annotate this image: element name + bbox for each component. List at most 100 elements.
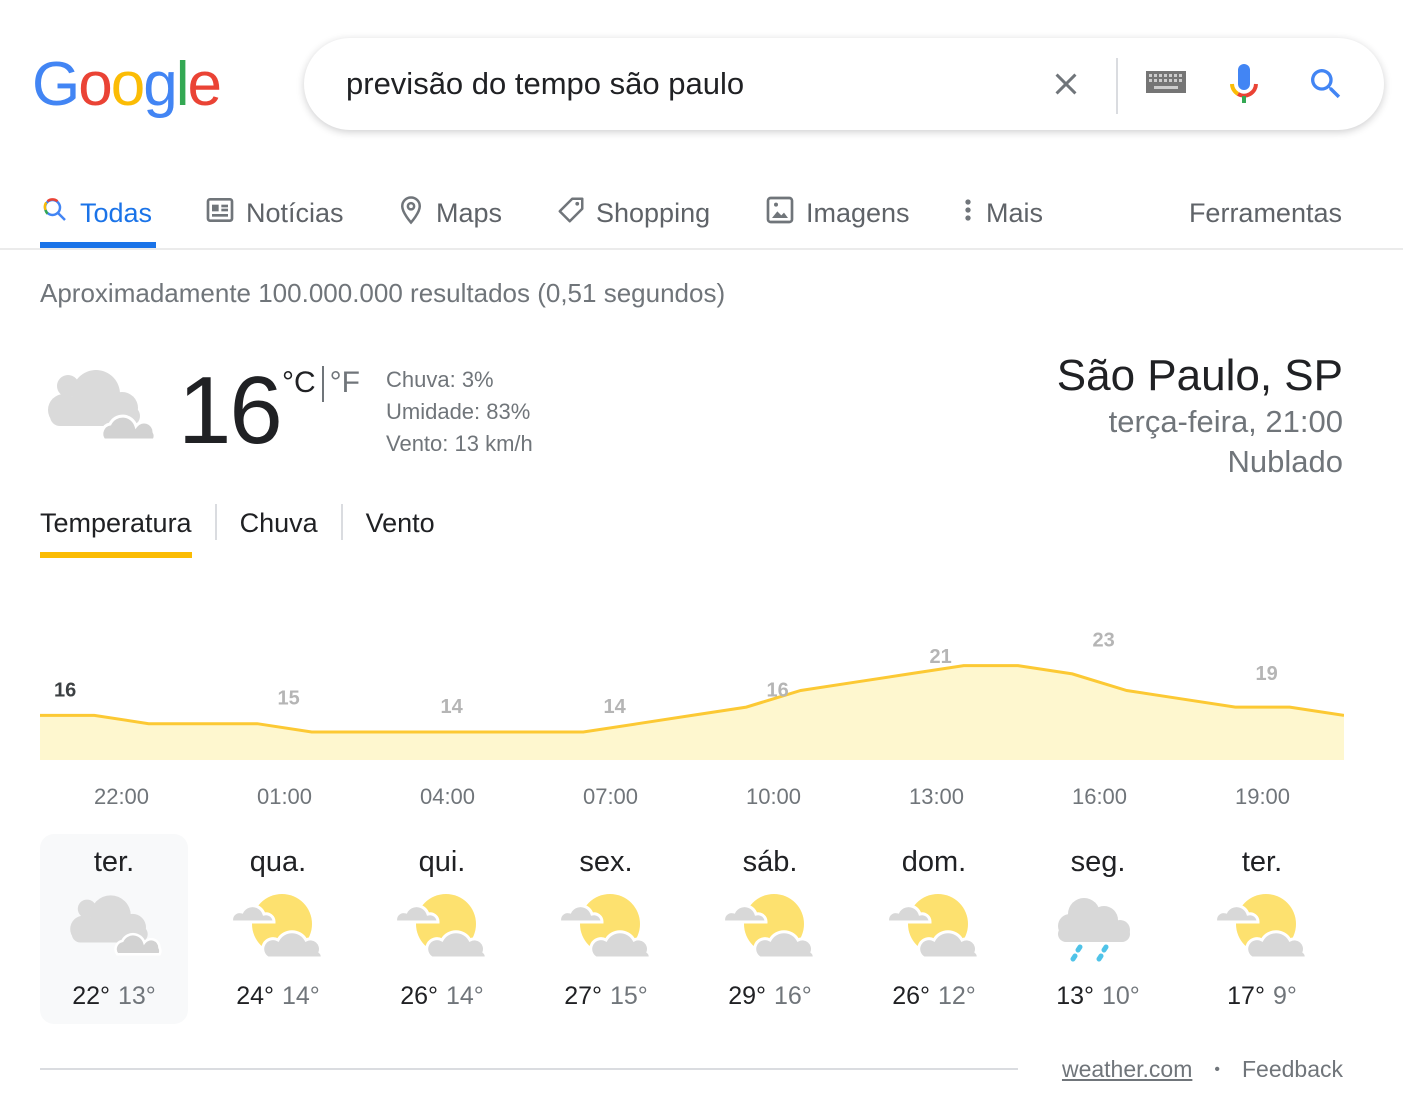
day-forecast[interactable]: sex. 27° 15° bbox=[532, 834, 680, 1024]
temperature-label: 14 bbox=[604, 696, 627, 718]
tab-chuva[interactable]: Chuva bbox=[240, 502, 318, 560]
day-name: seg. bbox=[1070, 846, 1126, 878]
unit-fahrenheit[interactable]: °F bbox=[330, 366, 360, 400]
tab-noticias[interactable]: Notícias bbox=[204, 188, 344, 238]
low-temp: 14° bbox=[446, 982, 484, 1010]
weather-details: Chuva: 3% Umidade: 83% Vento: 13 km/h bbox=[386, 364, 533, 460]
tools-button[interactable]: Ferramentas bbox=[1189, 188, 1342, 238]
day-name: qua. bbox=[249, 846, 307, 878]
logo-letter: g bbox=[143, 50, 178, 119]
day-forecast[interactable]: ter. 22° 13° bbox=[40, 834, 188, 1024]
temperature-label: 14 bbox=[441, 696, 464, 718]
hour-label: 13:00 bbox=[908, 784, 965, 809]
high-temp: 17° bbox=[1227, 982, 1265, 1010]
search-icon[interactable] bbox=[1306, 64, 1346, 109]
feedback-link[interactable]: Feedback bbox=[1242, 1056, 1343, 1083]
temperature-label: 21 bbox=[930, 646, 952, 668]
day-temps: 22° 13° bbox=[40, 982, 188, 1011]
keyboard-icon[interactable] bbox=[1146, 71, 1186, 100]
rain-icon bbox=[1050, 892, 1146, 967]
day-name: ter. bbox=[93, 846, 135, 878]
temperature-label: 16 bbox=[767, 679, 789, 701]
hour-label: 19:00 bbox=[1234, 784, 1291, 809]
tab-vento[interactable]: Vento bbox=[366, 502, 435, 560]
source-link[interactable]: weather.com bbox=[1062, 1056, 1192, 1083]
low-temp: 16° bbox=[774, 982, 812, 1010]
footer-divider bbox=[40, 1068, 1018, 1070]
tab-label: Mais bbox=[986, 197, 1044, 228]
low-temp: 15° bbox=[610, 982, 648, 1010]
high-temp: 22° bbox=[72, 982, 110, 1010]
day-temps: 26° 14° bbox=[368, 982, 516, 1011]
clear-icon[interactable] bbox=[1048, 66, 1084, 102]
logo-letter: o bbox=[78, 50, 113, 119]
day-name: qui. bbox=[418, 846, 466, 878]
weather-footer: weather.com • Feedback bbox=[1062, 1056, 1343, 1083]
location-name: São Paulo, SP bbox=[1056, 351, 1343, 400]
high-temp: 26° bbox=[892, 982, 930, 1010]
day-temps: 24° 14° bbox=[204, 982, 352, 1011]
high-temp: 29° bbox=[728, 982, 766, 1010]
result-stats: Aproximadamente 100.000.000 resultados (… bbox=[40, 278, 726, 308]
temperature-chart[interactable]: 16 15 14 14 16 21 23 19 bbox=[40, 620, 1344, 765]
temperature-label: 23 bbox=[1093, 630, 1115, 652]
map-pin-icon bbox=[396, 194, 436, 233]
tab-divider bbox=[214, 504, 217, 540]
partly-cloudy-icon bbox=[558, 892, 654, 963]
weather-tabs: Temperatura Chuva Vento bbox=[40, 502, 435, 560]
logo-letter: G bbox=[32, 50, 80, 119]
day-name: sex. bbox=[579, 846, 633, 878]
day-forecast[interactable]: dom. 26° 12° bbox=[860, 834, 1008, 1024]
tab-temperatura[interactable]: Temperatura bbox=[40, 502, 192, 560]
cloudy-icon bbox=[66, 892, 162, 961]
day-temps: 17° 9° bbox=[1188, 982, 1336, 1011]
tab-imagens[interactable]: Imagens bbox=[764, 188, 910, 238]
image-icon bbox=[764, 194, 806, 233]
hour-label: 01:00 bbox=[256, 784, 313, 809]
tab-label: Notícias bbox=[246, 197, 344, 228]
temperature-area bbox=[40, 665, 1344, 760]
tab-shopping[interactable]: Shopping bbox=[556, 188, 710, 238]
search-input[interactable]: previsão do tempo são paulo bbox=[346, 66, 744, 102]
high-temp: 26° bbox=[400, 982, 438, 1010]
partly-cloudy-icon bbox=[230, 892, 326, 963]
partly-cloudy-icon bbox=[886, 892, 982, 963]
daily-forecast: ter. 22° 13° qua. 24° 14° qui. 26° 14° sex. 27° 15°… bbox=[40, 834, 1350, 1024]
day-forecast[interactable]: seg. 13° 10° bbox=[1024, 834, 1172, 1024]
wind: Vento: 13 km/h bbox=[386, 431, 533, 456]
partly-cloudy-icon bbox=[394, 892, 490, 963]
tab-label: Todas bbox=[80, 197, 153, 228]
search-box[interactable]: previsão do tempo são paulo bbox=[304, 38, 1384, 130]
hour-axis: 22:00 01:00 04:00 07:00 10:00 13:00 16:00 19:00 bbox=[40, 784, 1344, 814]
temperature-label: 15 bbox=[278, 688, 300, 710]
day-name: sáb. bbox=[742, 846, 798, 878]
hour-label: 07:00 bbox=[582, 784, 639, 809]
search-divider bbox=[1116, 58, 1118, 114]
news-icon bbox=[204, 194, 246, 233]
tag-icon bbox=[556, 195, 596, 232]
cloudy-icon bbox=[44, 366, 157, 447]
google-logo[interactable]: Google bbox=[32, 50, 222, 120]
more-vert-icon bbox=[960, 194, 986, 233]
day-name: dom. bbox=[901, 846, 967, 878]
day-forecast[interactable]: qui. 26° 14° bbox=[368, 834, 516, 1024]
tab-maps[interactable]: Maps bbox=[396, 188, 502, 238]
day-name: ter. bbox=[1241, 846, 1283, 878]
day-temps: 29° 16° bbox=[696, 982, 844, 1011]
high-temp: 13° bbox=[1056, 982, 1094, 1010]
hour-label: 16:00 bbox=[1071, 784, 1128, 809]
tab-mais[interactable]: Mais bbox=[960, 188, 1043, 238]
day-forecast[interactable]: qua. 24° 14° bbox=[204, 834, 352, 1024]
logo-letter: l bbox=[175, 50, 190, 119]
search-icon bbox=[40, 195, 80, 232]
tab-label: Shopping bbox=[596, 197, 711, 228]
tab-todas[interactable]: Todas bbox=[40, 188, 152, 238]
mic-icon[interactable] bbox=[1228, 62, 1260, 111]
unit-celsius[interactable]: °C bbox=[282, 366, 316, 400]
day-forecast[interactable]: sáb. 29° 16° bbox=[696, 834, 844, 1024]
tab-label: Maps bbox=[436, 197, 503, 228]
high-temp: 24° bbox=[236, 982, 274, 1010]
current-temperature: 16 bbox=[178, 357, 283, 464]
day-forecast[interactable]: ter. 17° 9° bbox=[1188, 834, 1336, 1024]
low-temp: 12° bbox=[938, 982, 976, 1010]
